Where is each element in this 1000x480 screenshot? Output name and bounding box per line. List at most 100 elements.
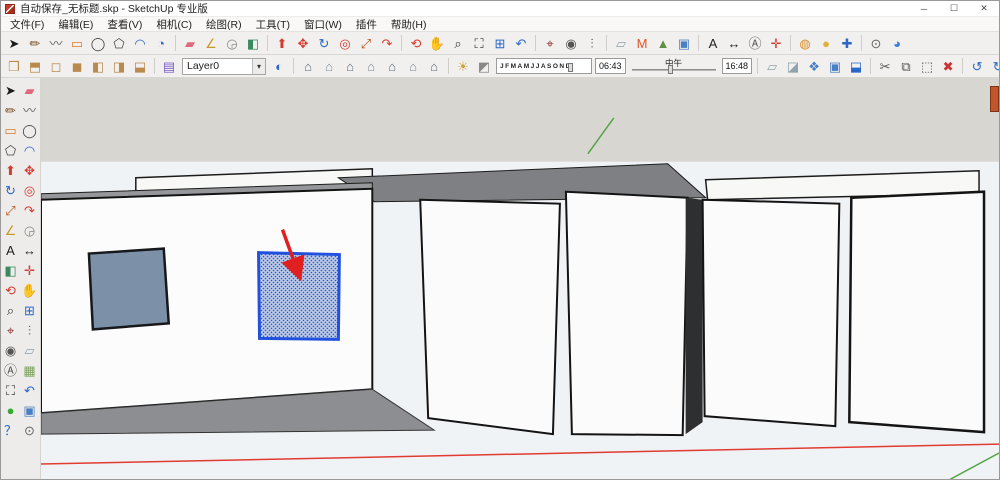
rotate-tool-icon[interactable]: ↻ xyxy=(314,33,334,53)
follow-me-tool-icon[interactable]: ↷ xyxy=(377,33,397,53)
undo-icon[interactable]: ↺ xyxy=(967,56,987,76)
shaded-textures-mode-icon[interactable]: ⌂ xyxy=(403,56,423,76)
model-canvas[interactable] xyxy=(41,78,999,480)
rail-position-camera-icon[interactable]: ⌖ xyxy=(1,320,20,340)
instructor-icon[interactable]: ◍ xyxy=(795,33,815,53)
menu-help[interactable]: 帮助(H) xyxy=(384,17,434,32)
section-plane-tool-icon[interactable]: ▱ xyxy=(611,33,631,53)
select-tool-icon[interactable]: ➤ xyxy=(4,33,24,53)
move-tool-icon[interactable]: ✥ xyxy=(293,33,313,53)
preferences-icon[interactable]: ⊙ xyxy=(866,33,886,53)
maximize-button[interactable]: ☐ xyxy=(939,1,969,16)
axes-tool-icon[interactable]: ✛ xyxy=(766,33,786,53)
rail-rotate-icon[interactable]: ↻ xyxy=(1,180,20,200)
wall-panel-1[interactable] xyxy=(419,198,561,436)
protractor-tool-icon[interactable]: ◶ xyxy=(222,33,242,53)
rail-eraser-icon[interactable]: ▰ xyxy=(20,80,39,100)
dimension-tool-icon[interactable]: ↔ xyxy=(724,33,744,53)
pie-tool-icon[interactable]: ◔ xyxy=(151,33,171,53)
rail-tape-measure-icon[interactable]: ∠ xyxy=(1,220,20,240)
rail-previous-view-icon[interactable]: ↶ xyxy=(20,380,39,400)
paint-bucket-tool-icon[interactable]: ◧ xyxy=(243,33,263,53)
menu-plugins[interactable]: 插件 xyxy=(349,17,384,32)
copy-icon[interactable]: ⧉ xyxy=(896,56,916,76)
shaded-mode-icon[interactable]: ⌂ xyxy=(382,56,402,76)
rail-polygon-icon[interactable]: ⬠ xyxy=(1,140,20,160)
rail-line-icon[interactable]: ✏ xyxy=(1,100,20,120)
rail-protractor-icon[interactable]: ◶ xyxy=(20,220,39,240)
make-group-icon[interactable]: ▣ xyxy=(825,56,845,76)
rail-freehand-icon[interactable]: 〰 xyxy=(20,100,39,120)
tape-measure-tool-icon[interactable]: ∠ xyxy=(201,33,221,53)
back-edges-mode-icon[interactable]: ⌂ xyxy=(319,56,339,76)
xray-mode-icon[interactable]: ⌂ xyxy=(298,56,318,76)
cut-icon[interactable]: ✂ xyxy=(875,56,895,76)
offset-tool-icon[interactable]: ◎ xyxy=(335,33,355,53)
time-slider-track[interactable] xyxy=(631,69,716,71)
docked-toolbar-fragment[interactable] xyxy=(990,86,999,112)
wireframe-mode-icon[interactable]: ⌂ xyxy=(340,56,360,76)
rail-photo-texture-icon[interactable]: ▣ xyxy=(20,400,39,420)
rail-text-icon[interactable]: A xyxy=(1,240,20,260)
right-view-icon[interactable]: ◨ xyxy=(109,56,129,76)
circle-tool-icon[interactable]: ◯ xyxy=(88,33,108,53)
hidden-line-mode-icon[interactable]: ⌂ xyxy=(361,56,381,76)
redo-icon[interactable]: ↻ xyxy=(988,56,999,76)
styles-add-icon[interactable]: ✚ xyxy=(837,33,857,53)
zoom-window-tool-icon[interactable]: ⛶ xyxy=(469,33,489,53)
toggle-terrain-tool-icon[interactable]: ▲ xyxy=(653,33,673,53)
top-view-icon[interactable]: ⬒ xyxy=(25,56,45,76)
wall-panel-3[interactable] xyxy=(701,198,841,428)
walk-tool-icon[interactable]: ⫶ xyxy=(582,33,602,53)
time-slider-thumb[interactable] xyxy=(668,65,674,74)
line-tool-icon[interactable]: ✏ xyxy=(25,33,45,53)
rail-arc-icon[interactable]: ◠ xyxy=(20,140,39,160)
erase-icon[interactable]: ✖ xyxy=(938,56,958,76)
layer-combo[interactable]: Layer0 ▾ xyxy=(182,57,266,75)
section-display-icon[interactable]: ▱ xyxy=(762,56,782,76)
rail-help-icon[interactable]: ？ xyxy=(1,420,20,440)
rail-zoom-extents-icon[interactable]: ⊞ xyxy=(20,300,39,320)
orbit-tool-icon[interactable]: ⟲ xyxy=(406,33,426,53)
chevron-down-icon[interactable]: ▾ xyxy=(252,58,265,74)
menu-file[interactable]: 文件(F) xyxy=(3,17,51,32)
polygon-tool-icon[interactable]: ⬠ xyxy=(109,33,129,53)
rail-look-around-icon[interactable]: ◉ xyxy=(1,340,20,360)
rail-3d-text-icon[interactable]: Ⓐ xyxy=(1,360,20,380)
rail-component-ball-icon[interactable]: ● xyxy=(1,400,20,420)
menu-tools[interactable]: 工具(T) xyxy=(249,17,297,32)
section-cut-icon[interactable]: ◪ xyxy=(783,56,803,76)
arc-tool-icon[interactable]: ◠ xyxy=(130,33,150,53)
rail-rectangle-icon[interactable]: ▭ xyxy=(1,120,20,140)
bottom-view-icon[interactable]: ⬓ xyxy=(130,56,150,76)
rail-dimension-icon[interactable]: ↔ xyxy=(20,240,39,260)
3d-text-tool-icon[interactable]: Ⓐ xyxy=(745,33,765,53)
rail-settings-icon[interactable]: ⊙ xyxy=(20,420,39,440)
monochrome-mode-icon[interactable]: ⌂ xyxy=(424,56,444,76)
add-location-tool-icon[interactable]: M xyxy=(632,33,652,53)
layer-manager-icon[interactable]: ◐ xyxy=(269,56,289,76)
wall-panel-2[interactable] xyxy=(564,190,689,437)
text-tool-icon[interactable]: A xyxy=(703,33,723,53)
photo-texture-tool-icon[interactable]: ▣ xyxy=(674,33,694,53)
iso-view-icon[interactable]: ❒ xyxy=(4,56,24,76)
menu-window[interactable]: 窗口(W) xyxy=(297,17,349,32)
rail-sandbox-icon[interactable]: ▦ xyxy=(20,360,39,380)
menu-camera[interactable]: 相机(C) xyxy=(149,17,199,32)
layers-swatch-icon[interactable]: ▤ xyxy=(159,56,179,76)
rail-axes-icon[interactable]: ✛ xyxy=(20,260,39,280)
back-view-icon[interactable]: ◼ xyxy=(67,56,87,76)
rail-zoom-icon[interactable]: ⌕ xyxy=(1,300,20,320)
previous-view-tool-icon[interactable]: ↶ xyxy=(511,33,531,53)
extension-sphere-icon[interactable]: ◕ xyxy=(887,33,907,53)
zoom-extents-tool-icon[interactable]: ⊞ xyxy=(490,33,510,53)
make-component-icon[interactable]: ❖ xyxy=(804,56,824,76)
rail-select-icon[interactable]: ➤ xyxy=(1,80,20,100)
wall-panel-4[interactable] xyxy=(848,190,986,434)
rail-push-pull-icon[interactable]: ⬆ xyxy=(1,160,20,180)
component-sphere-icon[interactable]: ● xyxy=(816,33,836,53)
shadow-time-slider[interactable]: 中午 xyxy=(630,58,718,74)
selected-face[interactable] xyxy=(257,251,341,341)
model-viewport[interactable] xyxy=(41,78,999,480)
rail-pan-icon[interactable]: ✋ xyxy=(20,280,39,300)
